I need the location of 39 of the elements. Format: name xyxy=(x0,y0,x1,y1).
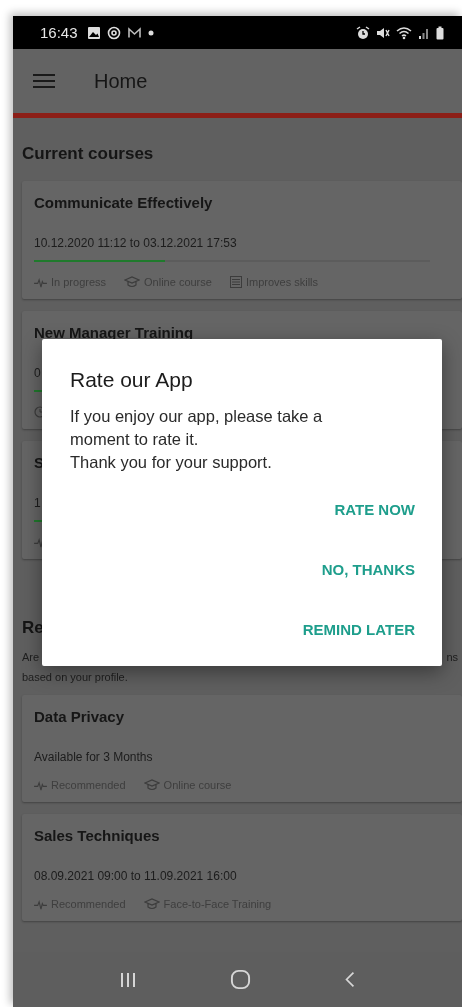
dialog-message: If you enjoy our app, please take a moment to rate it. Thank you for your support. xyxy=(70,406,324,473)
mail-icon xyxy=(126,25,142,40)
section-heading: Current courses xyxy=(22,143,154,165)
dot-icon xyxy=(147,29,154,36)
graduation-cap-icon xyxy=(143,898,160,910)
dialog-title: Rate our App xyxy=(70,367,194,393)
dialog-button[interactable]: REMIND LATER xyxy=(302,615,415,645)
course-dates: 08.09.2021 09:00 to 11.09.2021 16:00 xyxy=(34,868,237,884)
dialog-button[interactable]: RATE NOW xyxy=(334,495,415,525)
course-title: Data Privacy xyxy=(34,707,125,727)
app-title: Home xyxy=(94,69,148,93)
intro-text-end: ns xyxy=(446,650,458,665)
image-icon xyxy=(86,25,101,40)
status-time: 16:43 xyxy=(40,24,78,41)
course-dates: 1 xyxy=(34,495,41,511)
home-icon[interactable] xyxy=(230,969,251,990)
pulse-icon xyxy=(34,898,47,910)
pulse-icon xyxy=(34,276,47,288)
graduation-cap-icon xyxy=(143,779,160,791)
course-title: New Manager Training xyxy=(34,323,194,343)
course-dates: Available for 3 Months xyxy=(34,749,153,765)
intro-text: Are xyxy=(22,650,40,665)
list-icon xyxy=(229,276,242,288)
section-heading: Re xyxy=(22,617,44,639)
pulse-icon xyxy=(34,779,47,791)
battery-icon xyxy=(436,25,444,40)
alarm-icon xyxy=(356,25,370,40)
back-icon[interactable] xyxy=(343,970,356,989)
target-icon xyxy=(106,25,121,40)
course-dates: 0 xyxy=(34,365,41,381)
menu-icon[interactable] xyxy=(33,73,55,89)
graduation-cap-icon xyxy=(124,276,141,288)
wifi-icon xyxy=(396,25,412,40)
course-dates: 10.12.2020 11:12 to 03.12.2021 17:53 xyxy=(34,235,237,251)
course-title: Communicate Effectively xyxy=(34,193,213,213)
mute-icon xyxy=(376,25,390,40)
dialog-button[interactable]: NO, THANKS xyxy=(321,555,415,585)
course-title: Sales Techniques xyxy=(34,826,160,846)
recent-apps-icon[interactable] xyxy=(119,970,138,989)
